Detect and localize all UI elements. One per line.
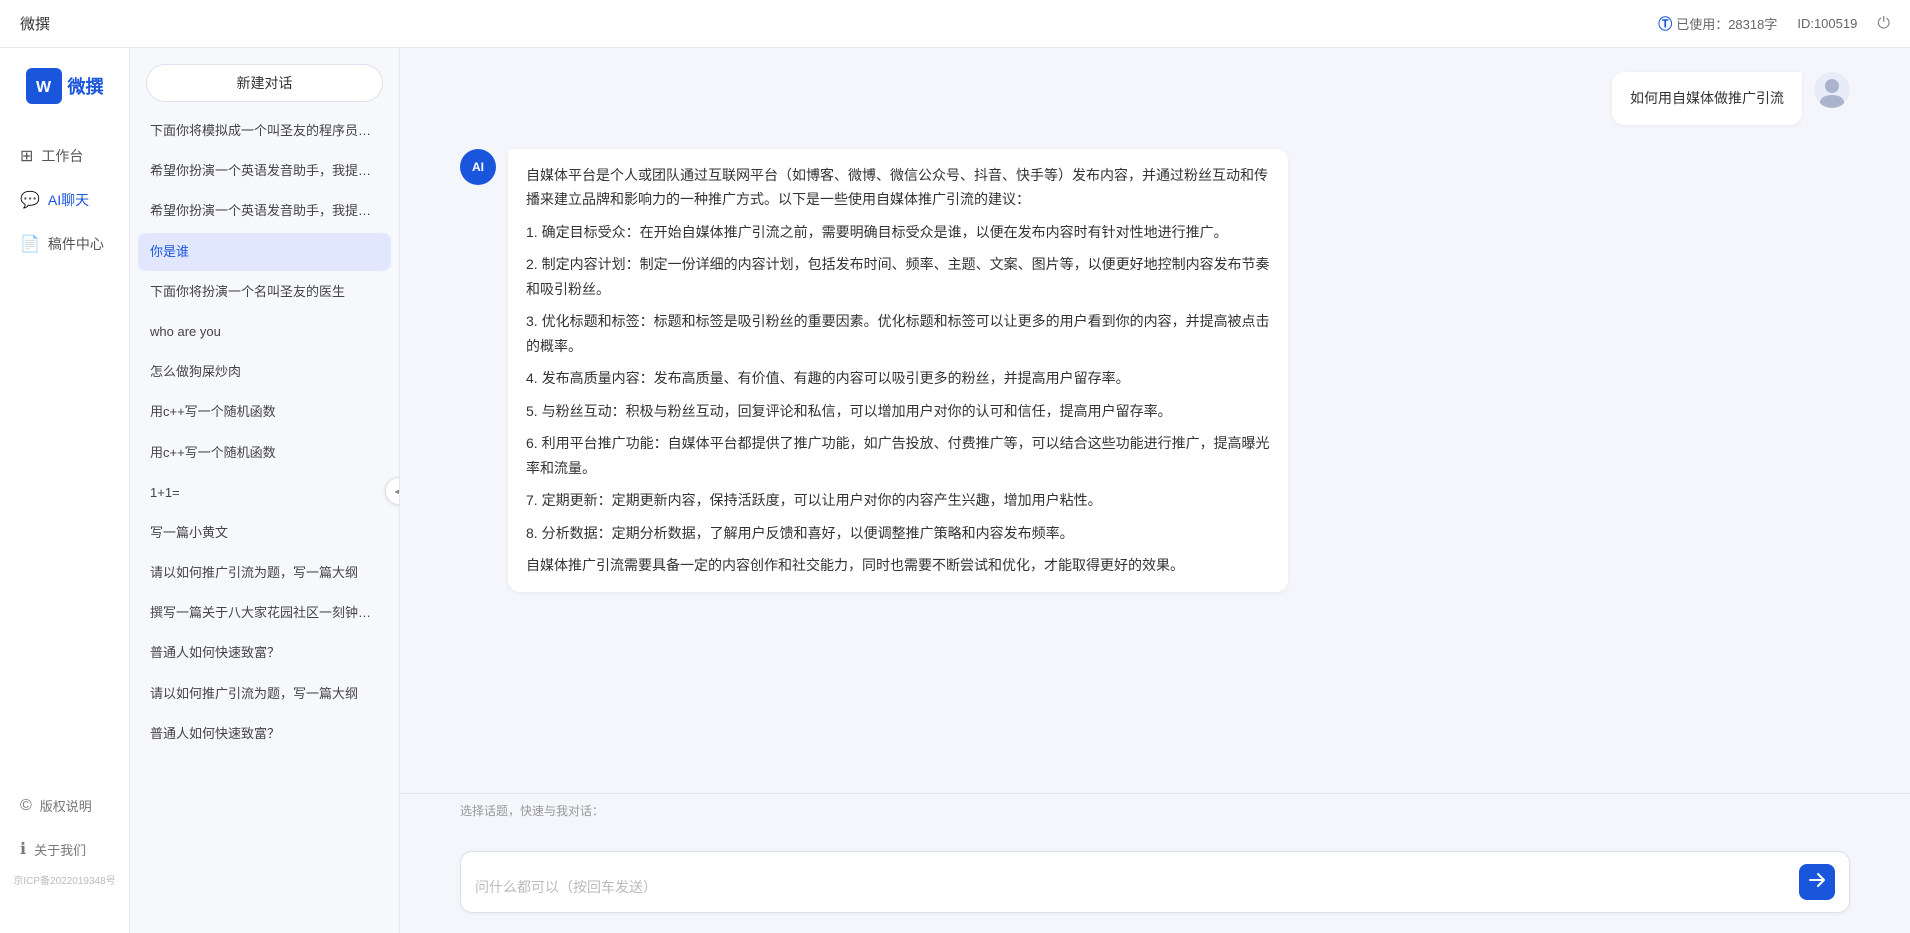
conversation-item[interactable]: 怎么做狗屎炒肉 xyxy=(138,353,391,391)
conversation-item[interactable]: 撰写一篇关于八大家花园社区一刻钟便民生... xyxy=(138,594,391,632)
ai-avatar: AI xyxy=(460,149,496,185)
left-nav: W 微撰 ⊞ 工作台 💬 AI聊天 📄 稿件中心 © 版权说明 xyxy=(0,48,130,933)
chat-messages: 如何用自媒体做推广引流 AI 自媒体平台是个人或团队通过互联网平台（如博客、微博… xyxy=(400,48,1910,793)
quick-topics-area: 选择话题，快速与我对话： xyxy=(400,793,1910,839)
sidebar-item-workbench[interactable]: ⊞ 工作台 xyxy=(0,134,129,178)
power-icon[interactable]: ⏻ xyxy=(1877,15,1890,33)
nav-items: ⊞ 工作台 💬 AI聊天 📄 稿件中心 xyxy=(0,134,129,784)
ai-message-paragraph: 8. 分析数据：定期分析数据，了解用户反馈和喜好，以便调整推广策略和内容发布频率… xyxy=(526,521,1270,546)
send-button[interactable] xyxy=(1799,864,1835,900)
user-bubble: 如何用自媒体做推广引流 xyxy=(1612,72,1802,125)
conversation-item[interactable]: 1+1= xyxy=(138,474,391,512)
nav-bottom: © 版权说明 ℹ 关于我们 京ICP备2022019348号 xyxy=(0,784,129,913)
chat-area: 如何用自媒体做推广引流 AI 自媒体平台是个人或团队通过互联网平台（如博客、微博… xyxy=(400,48,1910,933)
workbench-icon: ⊞ xyxy=(20,146,33,166)
copyright-label: 版权说明 xyxy=(40,796,92,815)
conversation-item[interactable]: 希望你扮演一个英语发音助手，我提供给你... xyxy=(138,192,391,230)
chat-input[interactable] xyxy=(475,876,1789,900)
usage-label: 已使用：28318字 xyxy=(1676,14,1777,33)
ai-message-paragraph: 自媒体推广引流需要具备一定的内容创作和社交能力，同时也需要不断尝试和优化，才能取… xyxy=(526,553,1270,578)
input-box xyxy=(460,851,1850,913)
info-icon: Ⓣ xyxy=(1658,14,1672,34)
conversation-item[interactable]: 你是谁 xyxy=(138,233,391,271)
main-layout: W 微撰 ⊞ 工作台 💬 AI聊天 📄 稿件中心 © 版权说明 xyxy=(0,48,1910,933)
topbar: 微撰 Ⓣ 已使用：28318字 ID:100519 ⏻ xyxy=(0,0,1910,48)
conversation-list: 下面你将模拟成一个叫圣友的程序员，我说...希望你扮演一个英语发音助手，我提供给… xyxy=(130,112,399,933)
ai-message-paragraph: 1. 确定目标受众：在开始自媒体推广引流之前，需要明确目标受众是谁，以便在发布内… xyxy=(526,220,1270,245)
conversation-item[interactable]: 普通人如何快速致富？ xyxy=(138,715,391,753)
ai-message-paragraph: 4. 发布高质量内容：发布高质量、有价值、有趣的内容可以吸引更多的粉丝，并提高用… xyxy=(526,366,1270,391)
id-label: ID:100519 xyxy=(1797,16,1857,31)
message-row: 如何用自媒体做推广引流 xyxy=(460,72,1850,125)
conv-sidebar: 新建对话 下面你将模拟成一个叫圣友的程序员，我说...希望你扮演一个英语发音助手… xyxy=(130,48,400,933)
ai-message-paragraph: 自媒体平台是个人或团队通过互联网平台（如博客、微博、微信公众号、抖音、快手等）发… xyxy=(526,163,1270,212)
conversation-item[interactable]: 下面你将扮演一个名叫圣友的医生 xyxy=(138,273,391,311)
about-label: 关于我们 xyxy=(34,840,86,859)
ai-message-paragraph: 2. 制定内容计划：制定一份详细的内容计划，包括发布时间、频率、主题、文案、图片… xyxy=(526,252,1270,301)
send-icon xyxy=(1808,871,1826,894)
ai-chat-icon: 💬 xyxy=(20,190,40,210)
icp-text: 京ICP备2022019348号 xyxy=(0,871,129,893)
ai-bubble: 自媒体平台是个人或团队通过互联网平台（如博客、微博、微信公众号、抖音、快手等）发… xyxy=(508,149,1288,592)
conversation-item[interactable]: 下面你将模拟成一个叫圣友的程序员，我说... xyxy=(138,112,391,150)
drafts-icon: 📄 xyxy=(20,234,40,254)
usage-info: Ⓣ 已使用：28318字 xyxy=(1658,14,1777,34)
conversation-item[interactable]: 请以如何推广引流为题，写一篇大纲 xyxy=(138,675,391,713)
conversation-item[interactable]: 写一篇小黄文 xyxy=(138,514,391,552)
sidebar-item-about[interactable]: ℹ 关于我们 xyxy=(0,827,129,871)
copyright-icon: © xyxy=(20,797,32,815)
ai-message-paragraph: 7. 定期更新：定期更新内容，保持活跃度，可以让用户对你的内容产生兴趣，增加用户… xyxy=(526,488,1270,513)
logo-icon: W xyxy=(26,68,62,104)
topbar-title: 微撰 xyxy=(20,13,1658,34)
message-row: AI 自媒体平台是个人或团队通过互联网平台（如博客、微博、微信公众号、抖音、快手… xyxy=(460,149,1850,592)
drafts-label: 稿件中心 xyxy=(48,234,104,254)
avatar xyxy=(1814,72,1850,108)
conversation-item[interactable]: who are you xyxy=(138,313,391,351)
ai-message-paragraph: 6. 利用平台推广功能：自媒体平台都提供了推广功能，如广告投放、付费推广等，可以… xyxy=(526,431,1270,480)
sidebar-item-ai-chat[interactable]: 💬 AI聊天 xyxy=(0,178,129,222)
conversation-item[interactable]: 普通人如何快速致富？ xyxy=(138,634,391,672)
workbench-label: 工作台 xyxy=(41,146,83,166)
sidebar-item-copyright[interactable]: © 版权说明 xyxy=(0,784,129,827)
topbar-right: Ⓣ 已使用：28318字 ID:100519 ⏻ xyxy=(1658,14,1890,34)
input-area xyxy=(400,839,1910,933)
chevron-left-icon: ◀ xyxy=(394,484,400,498)
conversation-item[interactable]: 希望你扮演一个英语发音助手，我提供给你... xyxy=(138,152,391,190)
svg-text:W: W xyxy=(36,79,52,96)
logo-text: 微撰 xyxy=(68,73,104,99)
ai-message-paragraph: 5. 与粉丝互动：积极与粉丝互动，回复评论和私信，可以增加用户对你的认可和信任，… xyxy=(526,399,1270,424)
conversation-item[interactable]: 用c++写一个随机函数 xyxy=(138,434,391,472)
sidebar-item-drafts[interactable]: 📄 稿件中心 xyxy=(0,222,129,266)
conversation-item[interactable]: 请以如何推广引流为题，写一篇大纲 xyxy=(138,554,391,592)
ai-chat-label: AI聊天 xyxy=(48,190,89,210)
logo-area: W 微撰 xyxy=(16,68,114,104)
about-icon: ℹ xyxy=(20,839,26,859)
conversation-item[interactable]: 用c++写一个随机函数 xyxy=(138,393,391,431)
new-conversation-button[interactable]: 新建对话 xyxy=(146,64,383,102)
ai-message-paragraph: 3. 优化标题和标签：标题和标签是吸引粉丝的重要因素。优化标题和标签可以让更多的… xyxy=(526,309,1270,358)
quick-topics-label: 选择话题，快速与我对话： xyxy=(460,802,1850,819)
user-message-text: 如何用自媒体做推广引流 xyxy=(1630,90,1784,106)
